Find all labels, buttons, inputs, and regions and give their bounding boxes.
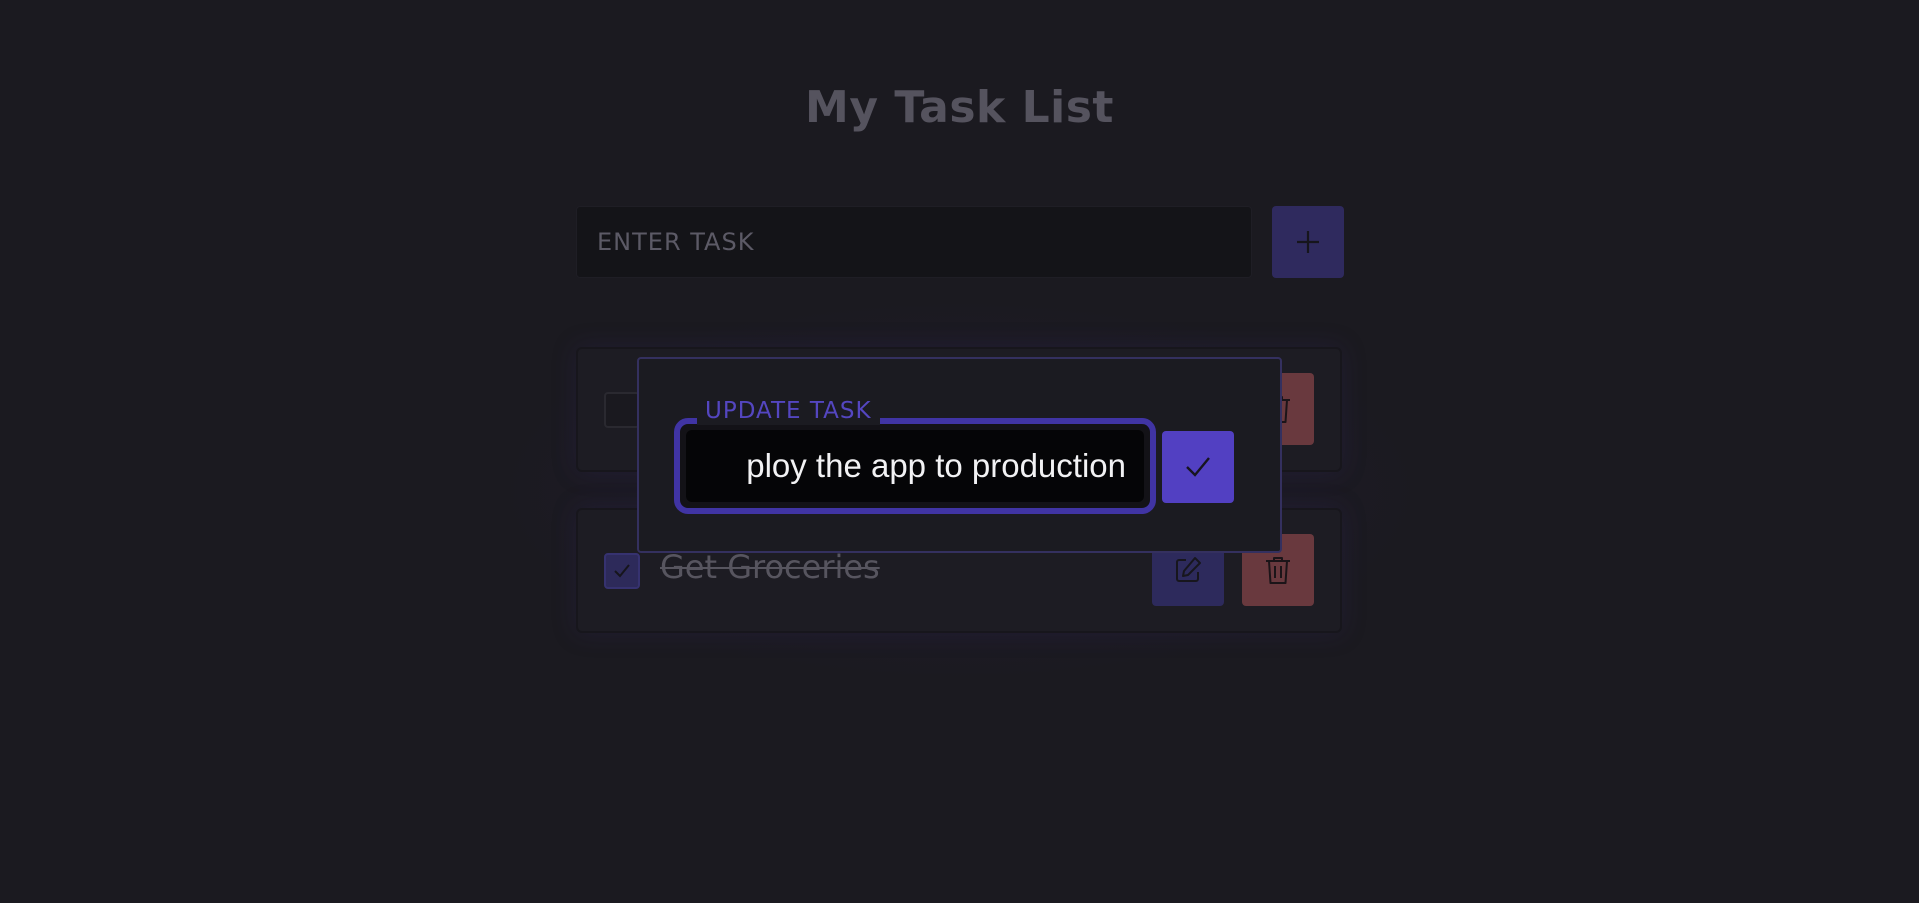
check-icon (614, 564, 630, 578)
update-task-field: ploy the app to production (674, 418, 1156, 514)
plus-icon (1297, 231, 1319, 253)
confirm-update-button[interactable] (1162, 431, 1234, 503)
new-task-input[interactable]: ENTER TASK (576, 206, 1252, 278)
update-task-input[interactable]: ploy the app to production (686, 430, 1144, 502)
pencil-square-icon (1176, 557, 1201, 582)
update-task-modal: ploy the app to production UPDATE TASK (637, 357, 1282, 553)
task-text: Get Groceries (660, 548, 880, 586)
update-task-legend: UPDATE TASK (697, 397, 880, 425)
add-task-button[interactable] (1272, 206, 1344, 278)
trash-icon (1266, 557, 1290, 584)
task-app: My Task List ENTER TASK Get Groceries pl… (0, 0, 1919, 903)
page-title: My Task List (805, 82, 1114, 133)
check-icon (1186, 457, 1210, 477)
update-task-value: ploy the app to production (746, 447, 1126, 484)
task-checkbox[interactable] (604, 553, 640, 589)
task-checkbox[interactable] (604, 392, 640, 428)
